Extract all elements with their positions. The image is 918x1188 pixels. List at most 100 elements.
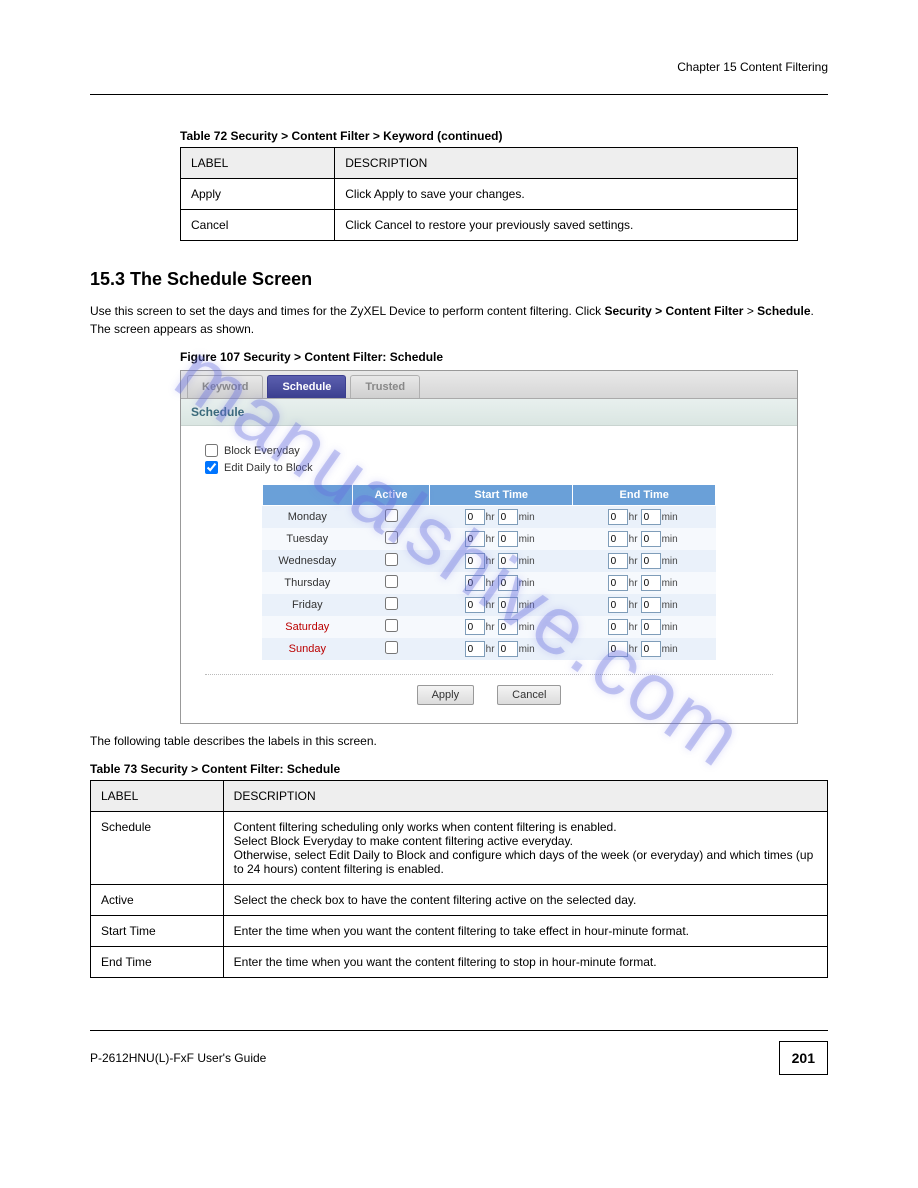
day-label: Monday (262, 506, 352, 529)
start-hour-input[interactable] (465, 641, 485, 657)
start-hour-input[interactable] (465, 531, 485, 547)
tab-keyword[interactable]: Keyword (187, 375, 263, 398)
end-min-input[interactable] (641, 575, 661, 591)
page-header: Chapter 15 Content Filtering (90, 60, 828, 74)
table73-intro: The following table describes the labels… (90, 732, 828, 750)
start-hour-input[interactable] (465, 575, 485, 591)
active-checkbox[interactable] (385, 575, 398, 588)
schedule-row: Saturdayhrminhrmin (262, 616, 715, 638)
schedule-intro-para: Use this screen to set the days and time… (90, 302, 828, 338)
table-cell-label: End Time (91, 947, 224, 978)
sched-th-active: Active (352, 485, 429, 506)
sched-th-start: Start Time (430, 485, 573, 506)
para-text-1: Use this screen to set the days and time… (90, 304, 604, 318)
active-checkbox[interactable] (385, 553, 398, 566)
min-label: min (519, 622, 535, 633)
start-hour-input[interactable] (465, 619, 485, 635)
table-row: CancelClick Cancel to restore your previ… (181, 210, 798, 241)
start-min-input[interactable] (498, 509, 518, 525)
active-cell (352, 550, 429, 572)
hr-label: hr (629, 644, 638, 655)
hr-label: hr (629, 512, 638, 523)
para-bold-1: Security > Content Filter (604, 304, 743, 318)
end-time-cell: hrmin (573, 616, 716, 638)
end-hour-input[interactable] (608, 619, 628, 635)
start-min-input[interactable] (498, 641, 518, 657)
apply-button[interactable]: Apply (417, 685, 475, 705)
end-min-input[interactable] (641, 509, 661, 525)
start-min-input[interactable] (498, 575, 518, 591)
tab-schedule[interactable]: Schedule (267, 375, 346, 398)
table-cell-desc: Enter the time when you want the content… (223, 916, 827, 947)
active-cell (352, 572, 429, 594)
min-label: min (519, 644, 535, 655)
start-time-cell: hrmin (430, 638, 573, 660)
table-cell-desc: Click Apply to save your changes. (335, 179, 798, 210)
active-checkbox[interactable] (385, 509, 398, 522)
hr-label: hr (486, 512, 495, 523)
table72: LABEL DESCRIPTION ApplyClick Apply to sa… (180, 147, 798, 241)
sched-th-blank (262, 485, 352, 506)
min-label: min (662, 534, 678, 545)
tabbar: Keyword Schedule Trusted (181, 371, 797, 399)
start-min-input[interactable] (498, 597, 518, 613)
active-checkbox[interactable] (385, 531, 398, 544)
table-cell-label: Start Time (91, 916, 224, 947)
schedule-table: Active Start Time End Time Mondayhrminhr… (262, 484, 716, 660)
table73-caption: Table 73 Security > Content Filter: Sche… (90, 762, 828, 776)
cancel-button[interactable]: Cancel (497, 685, 561, 705)
block-everyday-checkbox[interactable] (205, 444, 218, 457)
active-checkbox[interactable] (385, 597, 398, 610)
end-hour-input[interactable] (608, 597, 628, 613)
table-row: ScheduleContent filtering scheduling onl… (91, 812, 828, 885)
table73-col-desc: DESCRIPTION (223, 781, 827, 812)
min-label: min (662, 578, 678, 589)
end-min-input[interactable] (641, 531, 661, 547)
end-min-input[interactable] (641, 641, 661, 657)
day-label: Friday (262, 594, 352, 616)
active-checkbox[interactable] (385, 641, 398, 654)
edit-daily-checkbox[interactable] (205, 461, 218, 474)
start-min-input[interactable] (498, 619, 518, 635)
end-min-input[interactable] (641, 553, 661, 569)
table-cell-desc: Click Cancel to restore your previously … (335, 210, 798, 241)
active-checkbox[interactable] (385, 619, 398, 632)
table-cell-label: Schedule (91, 812, 224, 885)
footer-left: P-2612HNU(L)-FxF User's Guide (90, 1051, 266, 1065)
sched-th-end: End Time (573, 485, 716, 506)
start-min-input[interactable] (498, 553, 518, 569)
end-time-cell: hrmin (573, 594, 716, 616)
page-number: 201 (779, 1041, 828, 1075)
start-hour-input[interactable] (465, 509, 485, 525)
table-cell-desc: Select the check box to have the content… (223, 885, 827, 916)
table-cell-label: Active (91, 885, 224, 916)
start-time-cell: hrmin (430, 594, 573, 616)
tab-trusted[interactable]: Trusted (350, 375, 420, 398)
start-min-input[interactable] (498, 531, 518, 547)
active-cell (352, 506, 429, 529)
schedule-heading: 15.3 The Schedule Screen (90, 269, 828, 290)
start-hour-input[interactable] (465, 597, 485, 613)
end-hour-input[interactable] (608, 509, 628, 525)
end-min-input[interactable] (641, 597, 661, 613)
day-label: Wednesday (262, 550, 352, 572)
end-time-cell: hrmin (573, 506, 716, 529)
end-hour-input[interactable] (608, 531, 628, 547)
table72-col-desc: DESCRIPTION (335, 148, 798, 179)
active-cell (352, 616, 429, 638)
end-hour-input[interactable] (608, 553, 628, 569)
hr-label: hr (629, 600, 638, 611)
start-hour-input[interactable] (465, 553, 485, 569)
table-row: End TimeEnter the time when you want the… (91, 947, 828, 978)
table-cell-label: Cancel (181, 210, 335, 241)
footer-rule (90, 1030, 828, 1031)
min-label: min (662, 622, 678, 633)
table-cell-label: Apply (181, 179, 335, 210)
end-hour-input[interactable] (608, 641, 628, 657)
schedule-row: Thursdayhrminhrmin (262, 572, 715, 594)
end-hour-input[interactable] (608, 575, 628, 591)
end-min-input[interactable] (641, 619, 661, 635)
table-cell-desc: Enter the time when you want the content… (223, 947, 827, 978)
hr-label: hr (486, 578, 495, 589)
table73: LABEL DESCRIPTION ScheduleContent filter… (90, 780, 828, 978)
